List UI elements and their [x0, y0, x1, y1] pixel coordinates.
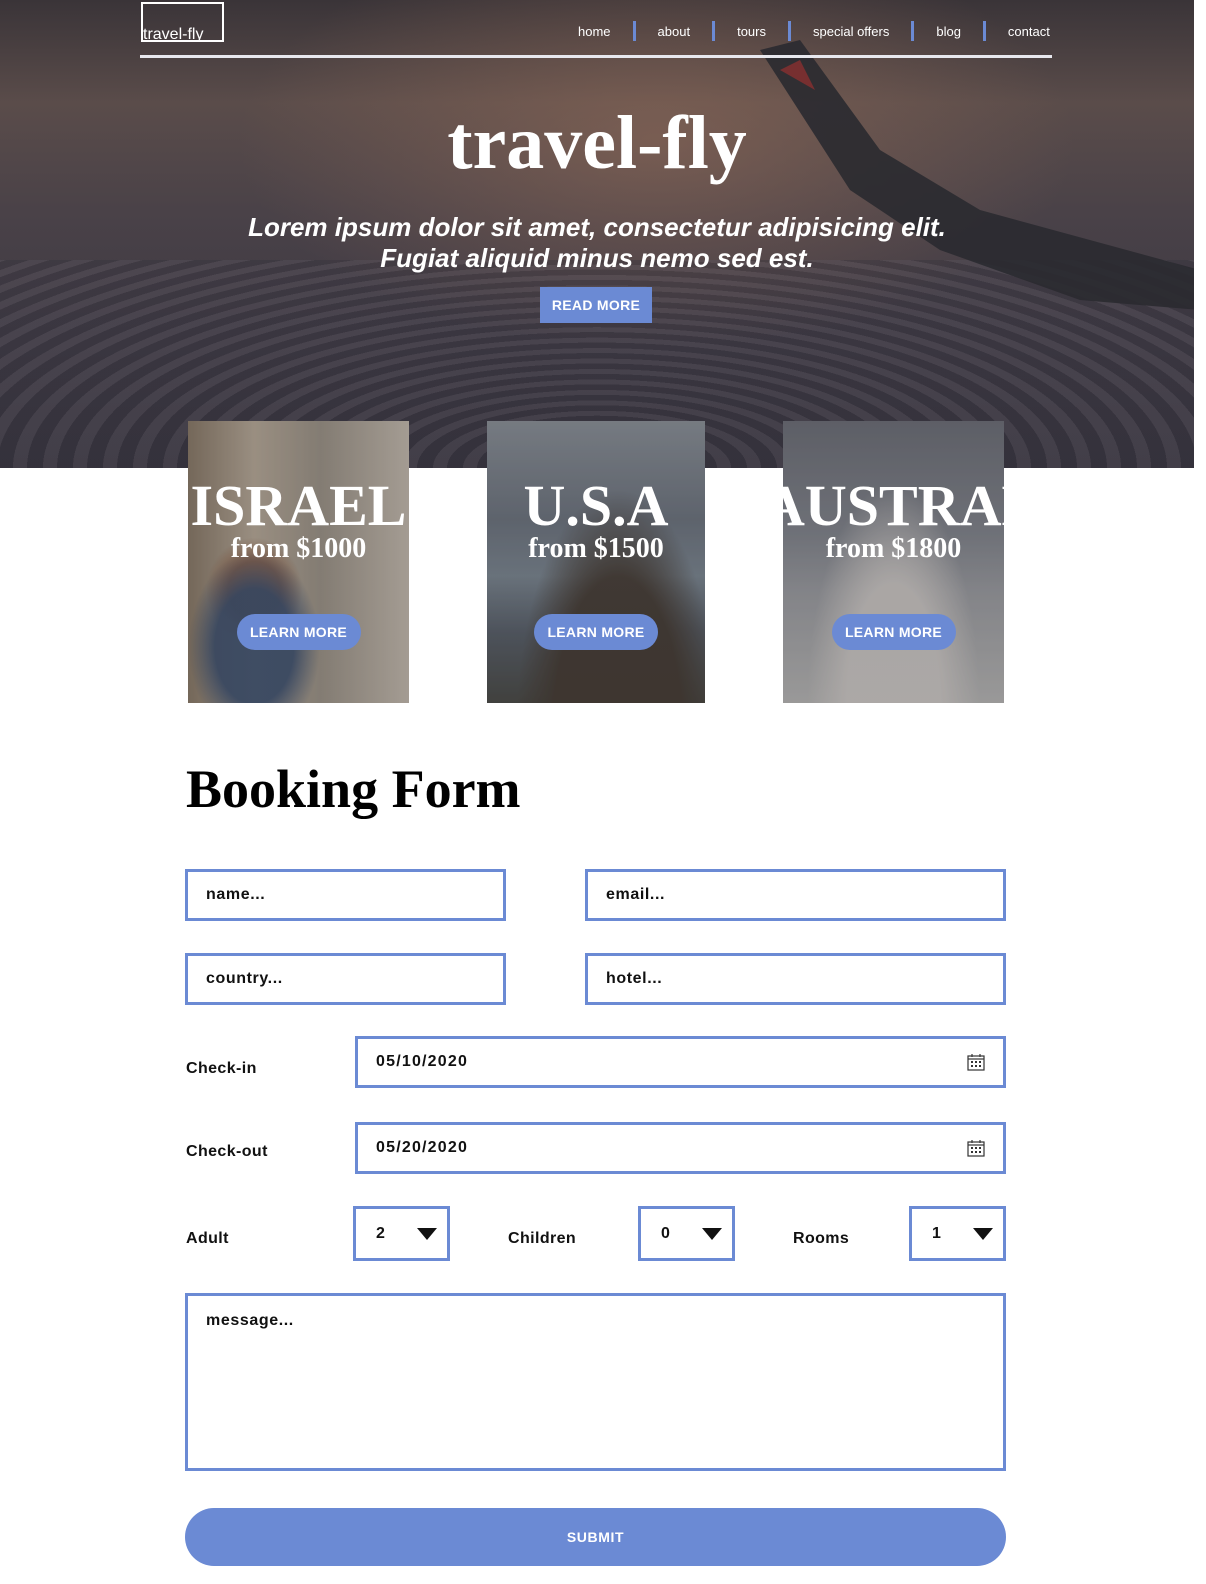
tour-price: from $1800 — [825, 533, 962, 564]
rooms-value: 1 — [932, 1224, 941, 1242]
children-label: Children — [508, 1230, 577, 1247]
name-input[interactable] — [185, 869, 506, 921]
triangle-down-icon — [702, 1227, 722, 1240]
learn-more-button-usa[interactable]: LEARN MORE — [534, 614, 658, 650]
nav-tours[interactable]: tours — [715, 24, 788, 39]
calendar-icon[interactable] — [967, 1053, 985, 1071]
nav-about[interactable]: about — [636, 24, 713, 39]
checkin-label: Check-in — [186, 1060, 257, 1077]
tour-price: from $1000 — [230, 533, 367, 564]
hero-subtitle-line-2: Fugiat aliquid minus nemo sed est. — [380, 243, 814, 273]
children-select[interactable]: 0 — [638, 1206, 735, 1261]
nav-special-offers[interactable]: special offers — [791, 24, 911, 39]
adult-label: Adult — [186, 1230, 229, 1247]
learn-more-button-israel[interactable]: LEARN MORE — [236, 614, 361, 650]
email-input[interactable] — [585, 869, 1006, 921]
message-textarea[interactable] — [185, 1293, 1006, 1471]
rooms-label: Rooms — [793, 1230, 850, 1247]
submit-button[interactable]: SUBMIT — [185, 1508, 1006, 1566]
adult-select[interactable]: 2 — [353, 1206, 450, 1261]
hero-subtitle-line-1: Lorem ipsum dolor sit amet, consectetur … — [248, 212, 946, 242]
children-value: 0 — [661, 1224, 670, 1242]
checkout-value: 05/20/2020 — [376, 1139, 469, 1156]
learn-more-button-australia[interactable]: LEARN MORE — [831, 614, 956, 650]
triangle-down-icon — [417, 1227, 437, 1240]
checkout-date-input[interactable]: 05/20/2020 — [355, 1122, 1006, 1174]
country-input[interactable] — [185, 953, 506, 1005]
booking-form-title: Booking Form — [186, 759, 521, 819]
adult-value: 2 — [376, 1224, 385, 1242]
triangle-down-icon — [973, 1227, 993, 1240]
nav-home[interactable]: home — [556, 24, 633, 39]
tour-price: from $1500 — [528, 533, 664, 564]
tour-card-usa: U.S.A from $1500 LEARN MORE — [487, 421, 705, 703]
checkout-label: Check-out — [186, 1143, 268, 1160]
hotel-input[interactable] — [585, 953, 1006, 1005]
rooms-select[interactable]: 1 — [909, 1206, 1006, 1261]
tour-country: ISRAEL — [190, 473, 407, 538]
tour-card-australia: AUSTRALIA from $1800 LEARN MORE — [783, 421, 1004, 703]
hero-section: travel-fly home about tours special offe… — [0, 0, 1194, 468]
calendar-icon[interactable] — [967, 1139, 985, 1157]
main-nav: home about tours special offers blog con… — [556, 20, 1072, 42]
tour-card-israel: ISRAEL from $1000 LEARN MORE — [188, 421, 409, 703]
tour-country: AUSTRALIA — [783, 473, 1004, 538]
nav-contact[interactable]: contact — [986, 24, 1072, 39]
tour-country: U.S.A — [523, 473, 669, 538]
hero-subtitle: Lorem ipsum dolor sit amet, consectetur … — [0, 212, 1194, 274]
hero-title: travel-fly — [447, 101, 747, 185]
checkin-date-input[interactable]: 05/10/2020 — [355, 1036, 1006, 1088]
read-more-button[interactable]: READ MORE — [540, 287, 652, 323]
checkin-value: 05/10/2020 — [376, 1053, 469, 1070]
nav-underline — [140, 55, 1052, 58]
nav-blog[interactable]: blog — [914, 24, 983, 39]
logo[interactable]: travel-fly — [141, 2, 224, 42]
